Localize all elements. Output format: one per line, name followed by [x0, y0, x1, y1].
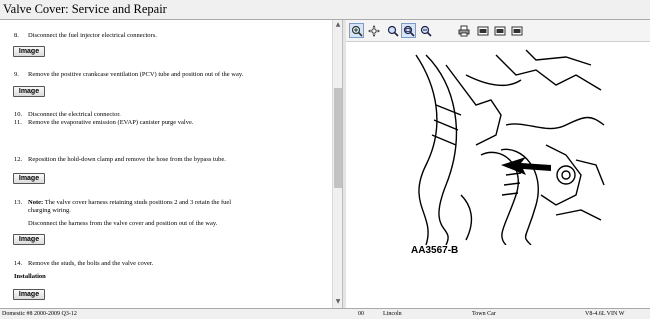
step-9: 9. Remove the positive crankcase ventilat…: [14, 71, 243, 79]
step-12: 12. Reposition the hold-down clamp and re…: [14, 156, 226, 164]
step-number: 9.: [14, 71, 19, 78]
print-icon[interactable]: [456, 23, 471, 38]
step-13-subtext: Disconnect the harness from the valve co…: [28, 220, 218, 227]
step-11: 11. Remove the evaporative emission (EVAP…: [14, 119, 193, 127]
service-illustration: AA3567-B: [406, 45, 606, 256]
scroll-down-icon[interactable]: ▼: [334, 298, 342, 306]
image-button-step-12[interactable]: Image: [13, 173, 45, 184]
step-text: Disconnect the electrical connector.: [28, 111, 121, 118]
step-number: 11.: [14, 119, 22, 126]
status-engine: V8-4.6L VIN W: [585, 311, 625, 317]
step-number: 8.: [14, 32, 19, 39]
pan-icon[interactable]: [366, 23, 381, 38]
step-number: 14.: [14, 260, 23, 267]
title-bar: Valve Cover: Service and Repair: [0, 0, 650, 20]
status-make: Lincoln: [383, 311, 402, 317]
viewer-toolbar: [346, 20, 650, 42]
step-text: Remove the evaporative emission (EVAP) c…: [28, 119, 194, 126]
image-button-step-8[interactable]: Image: [13, 46, 45, 57]
status-doc: Domestic #8 2000-2009 Q3-12: [2, 311, 77, 317]
step-text: Disconnect the fuel injector electrical …: [28, 32, 157, 39]
scrollbar-thumb[interactable]: [334, 88, 342, 188]
status-bar: Domestic #8 2000-2009 Q3-12 00 Lincoln T…: [0, 308, 650, 319]
image-button-installation[interactable]: Image: [13, 289, 45, 300]
step-text: Remove the positive crankcase ventilatio…: [28, 71, 244, 78]
zoom-in-icon[interactable]: [349, 23, 364, 38]
zoom-out-icon[interactable]: [418, 23, 433, 38]
zoom-fit-icon[interactable]: [385, 23, 400, 38]
note-label: Note:: [28, 199, 44, 206]
status-code: 00: [358, 311, 364, 317]
image-icon[interactable]: [492, 23, 507, 38]
vertical-scrollbar[interactable]: ▲ ▼: [332, 20, 342, 308]
step-text: The valve cover harness retaining studs …: [44, 199, 232, 206]
image-button-step-9[interactable]: Image: [13, 86, 45, 97]
step-number: 10.: [14, 111, 23, 118]
installation-heading: Installation: [14, 273, 46, 280]
step-10: 10. Disconnect the electrical connector.: [14, 111, 121, 119]
step-8: 8. Disconnect the fuel injector electrica…: [14, 32, 157, 40]
step-number: 13.: [14, 199, 23, 206]
step-number: 12.: [14, 156, 23, 163]
step-text: Reposition the hold-down clamp and remov…: [28, 156, 226, 163]
image-icon[interactable]: [475, 23, 490, 38]
engine-line-drawing: [415, 49, 605, 246]
scroll-up-icon[interactable]: ▲: [334, 21, 342, 29]
step-14: 14. Remove the studs, the bolts and the v…: [14, 260, 153, 268]
image-viewer: AA3567-B: [346, 20, 650, 308]
image-button-step-13[interactable]: Image: [13, 234, 45, 245]
step-text: Remove the studs, the bolts and the valv…: [28, 260, 154, 267]
step-13: 13. Note: The valve cover harness retaini…: [14, 199, 231, 207]
procedure-pane: 8. Disconnect the fuel injector electrica…: [0, 20, 332, 308]
status-model: Town Car: [472, 311, 496, 317]
image-icon[interactable]: [509, 23, 524, 38]
zoom-region-icon[interactable]: [401, 23, 416, 38]
step-13-continued: charging wiring.: [28, 207, 71, 214]
window-title: Valve Cover: Service and Repair: [3, 2, 167, 16]
figure-label: AA3567-B: [411, 245, 459, 256]
